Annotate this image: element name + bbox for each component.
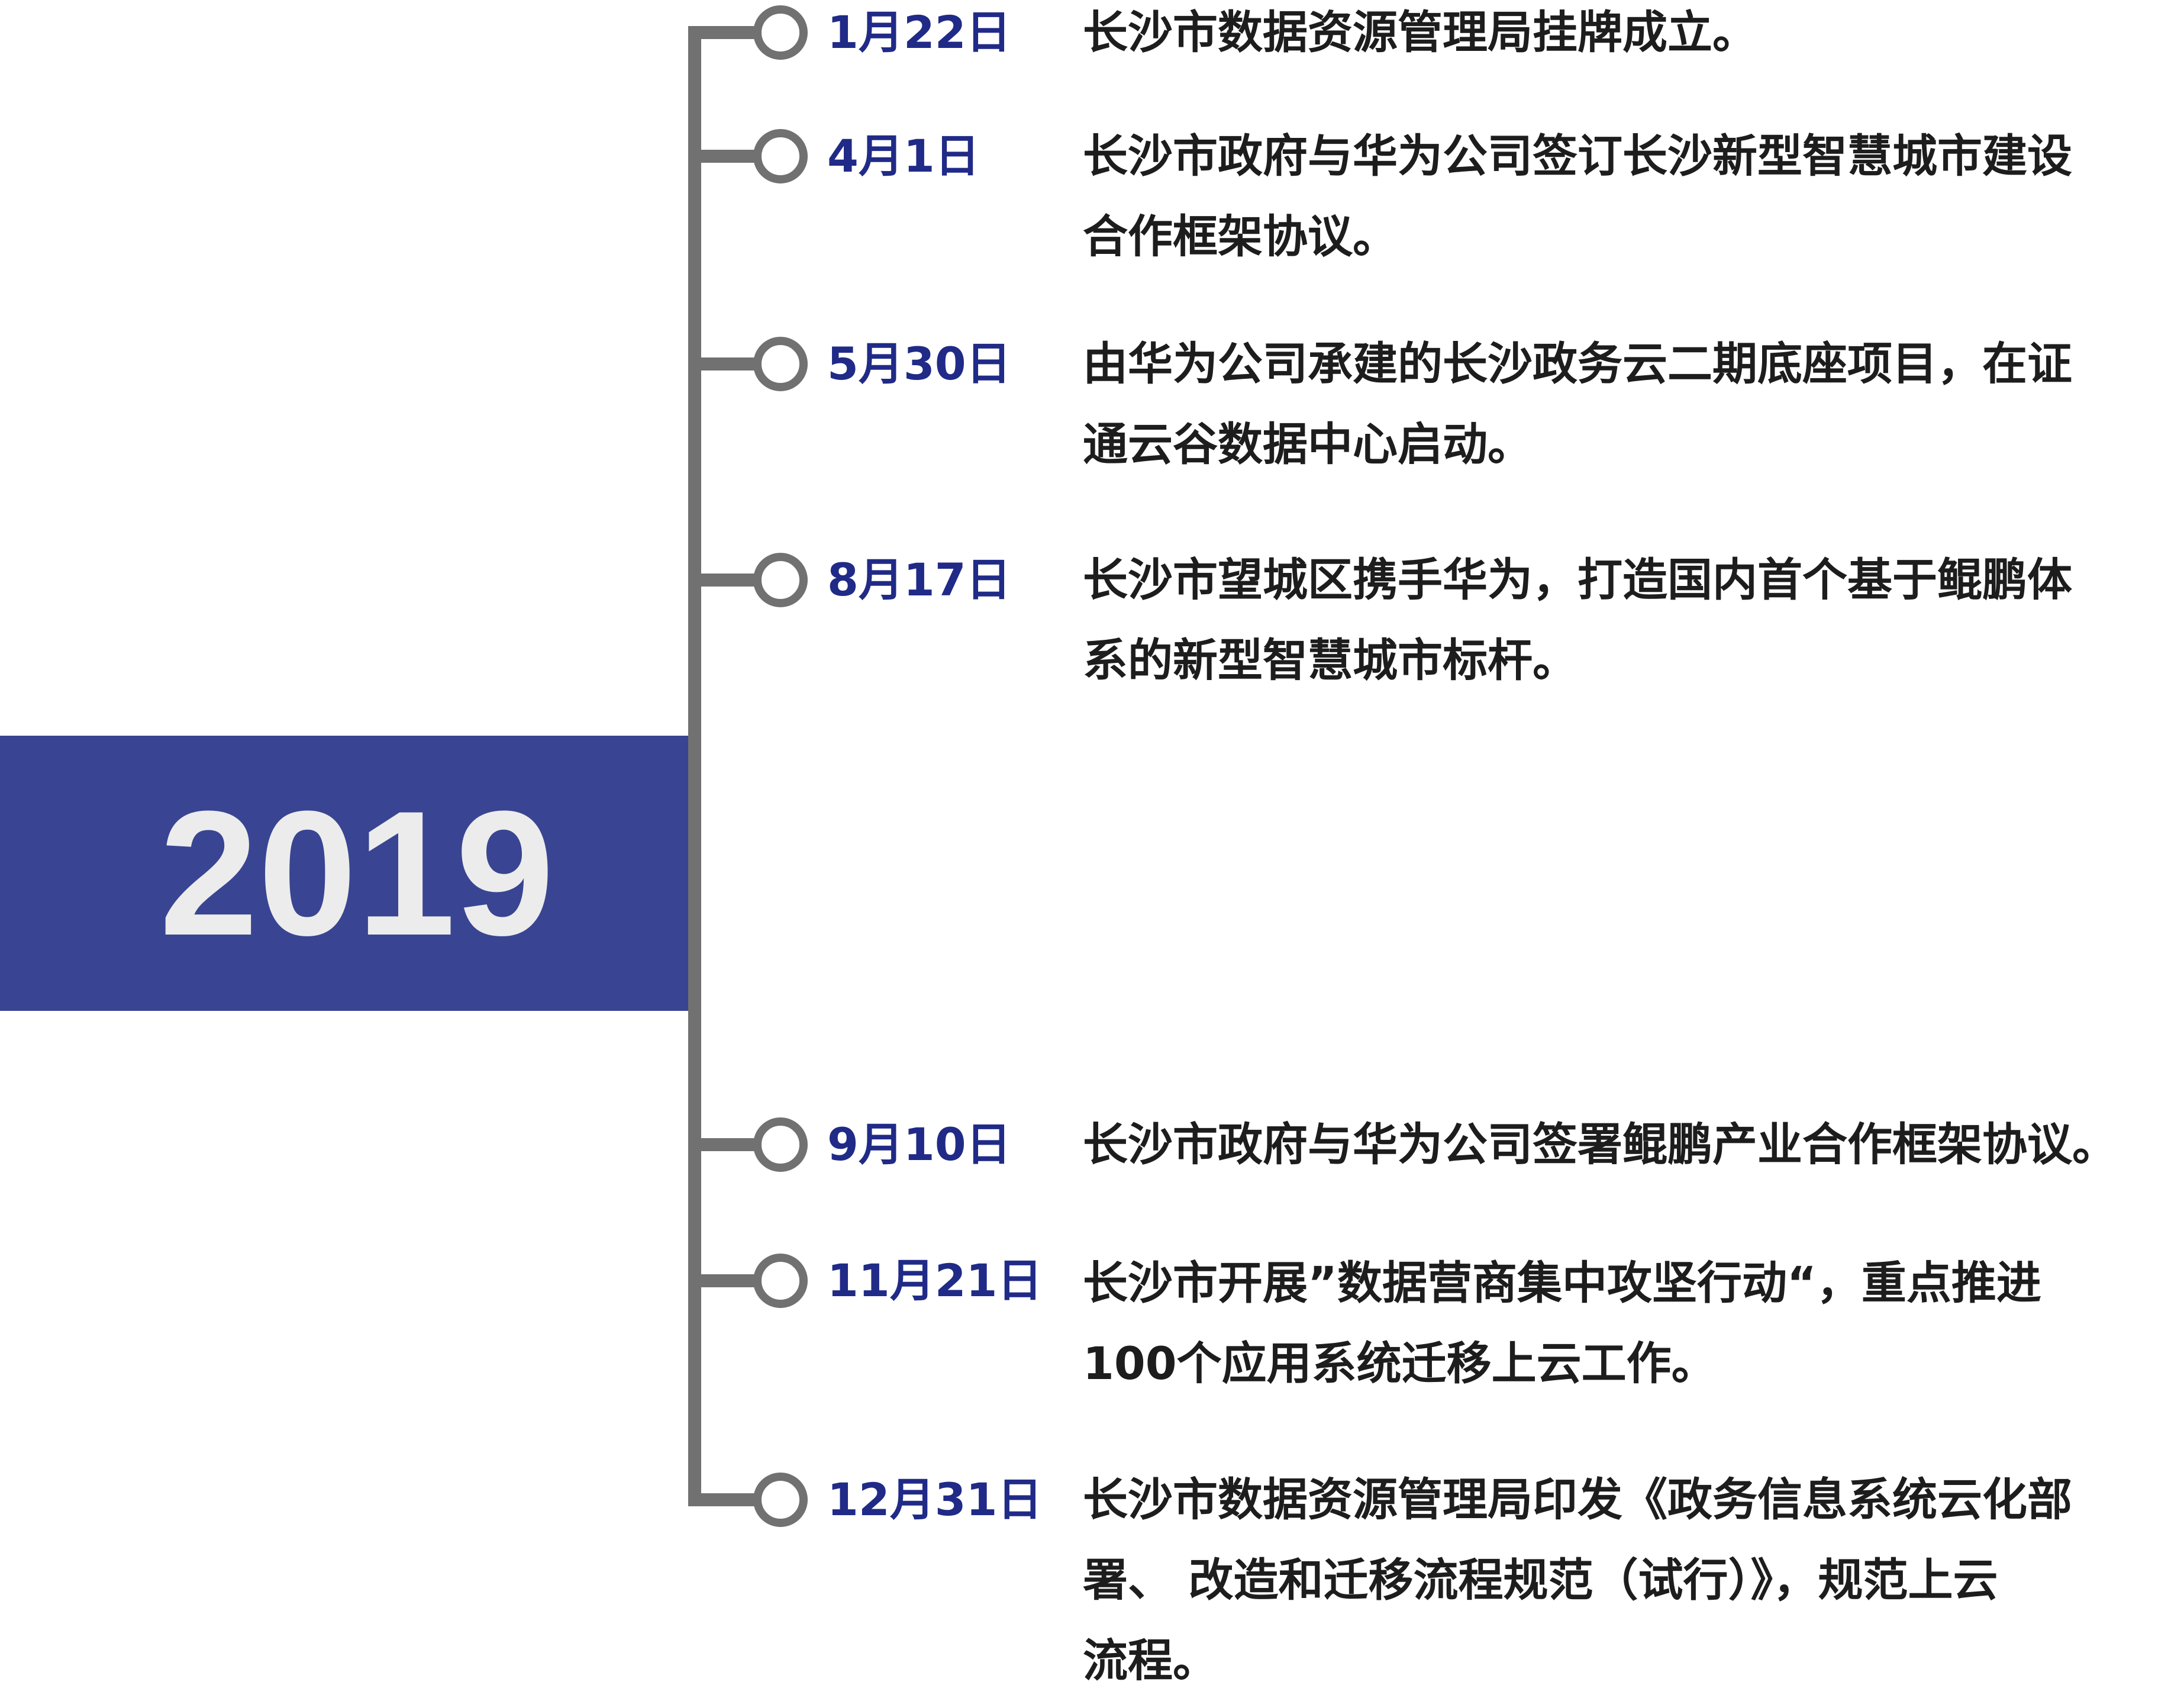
event-description-line: 署、 改造和迁移流程规范（试行）》，规范上云 [1083,1554,1998,1606]
event-description: 长沙市政府与华为公司签署鲲鹏产业合作框架协议。 [1083,1104,2184,1185]
timeline-node-icon [753,1117,808,1172]
event-description-line: 由华为公司承建的长沙政务云二期底座项目，在证 [1083,337,2072,390]
event-description: 长沙市开展”数据营商集中攻坚行动“，重点推进 100个应用系统迁移上云工作。 [1083,1243,2184,1404]
timeline-connector [688,1274,756,1287]
year-label: 2019 [159,774,554,972]
event-description-line: 长沙市政府与华为公司签署鲲鹏产业合作框架协议。 [1083,1118,2117,1171]
timeline-connector [688,26,756,39]
event-description-line: 合作框架协议。 [1083,210,1398,263]
event-description-line: 系的新型智慧城市标杆。 [1083,634,1577,687]
timeline-node-icon [753,1473,808,1527]
event-date: 12月31日 [827,1473,1043,1526]
timeline-node-icon [753,1254,808,1308]
timeline-node-icon [753,337,808,391]
event-description: 长沙市望城区携手华为，打造国内首个基于鲲鹏体 系的新型智慧城市标杆。 [1083,540,2184,701]
timeline-connector [688,150,756,163]
event-date: 1月22日 [827,6,1011,59]
event-description-line: 长沙市政府与华为公司签订长沙新型智慧城市建设 [1083,130,2072,182]
timeline-connector [688,1493,756,1506]
timeline-node-icon [753,129,808,183]
event-date: 5月30日 [827,337,1011,390]
event-date: 8月17日 [827,553,1011,606]
event-description: 长沙市政府与华为公司签订长沙新型智慧城市建设 合作框架协议。 [1083,116,2184,277]
timeline-connector [688,574,756,587]
event-description-line: 长沙市开展”数据营商集中攻坚行动“，重点推进 [1083,1257,2041,1309]
event-description-line: 长沙市数据资源管理局印发《政务信息系统云化部 [1083,1473,2072,1526]
event-description: 由华为公司承建的长沙政务云二期底座项目，在证 通云谷数据中心启动。 [1083,324,2184,485]
event-description-line: 长沙市望城区携手华为，打造国内首个基于鲲鹏体 [1083,553,2072,606]
timeline-connector [688,1138,756,1151]
event-description-line: 长沙市数据资源管理局挂牌成立。 [1083,6,1757,59]
event-description: 长沙市数据资源管理局挂牌成立。 [1083,0,2184,73]
timeline-node-icon [753,553,808,607]
event-description-line: 流程。 [1083,1634,1218,1687]
event-description-line: 通云谷数据中心启动。 [1083,418,1533,471]
timeline-node-icon [753,5,808,60]
event-description-line: 100个应用系统迁移上云工作。 [1083,1337,1717,1390]
event-date: 9月10日 [827,1118,1011,1171]
timeline-connector [688,357,756,371]
event-date: 11月21日 [827,1254,1043,1307]
event-date: 4月1日 [827,130,980,182]
event-description: 长沙市数据资源管理局印发《政务信息系统云化部 署、 改造和迁移流程规范（试行）》… [1083,1460,2184,1701]
